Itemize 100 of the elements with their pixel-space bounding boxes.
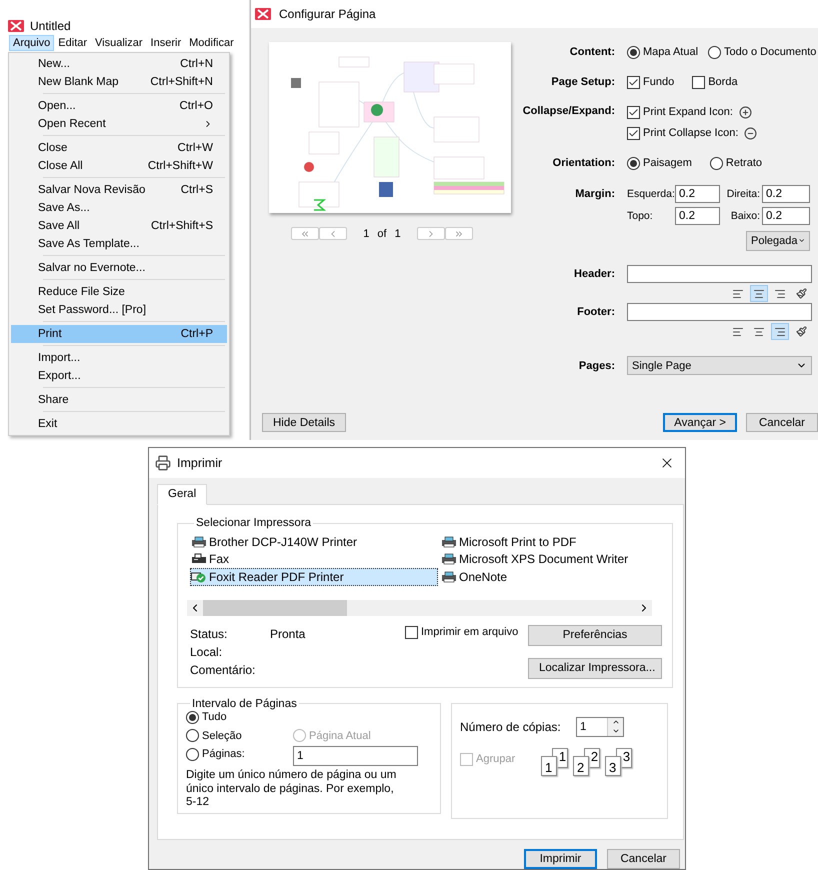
printer-icon <box>191 536 207 548</box>
printer-item[interactable]: Microsoft XPS Document Writer <box>440 550 662 568</box>
menu-item-label: Exit <box>38 418 58 430</box>
menu-item[interactable]: Salvar no Evernote... <box>11 259 227 277</box>
field-label: Content: <box>568 46 615 58</box>
menu-item[interactable]: Open Recent <box>11 115 227 133</box>
option-label: Retrato <box>726 157 762 169</box>
radio-button[interactable] <box>710 156 723 170</box>
margin-input[interactable]: 0.2 <box>675 184 720 202</box>
align-right-icon <box>774 288 786 300</box>
radio-button[interactable] <box>186 748 199 761</box>
menu-item-label: Set Password... [Pro] <box>38 304 148 316</box>
menu-item-label: Export... <box>38 370 82 382</box>
checkbox[interactable] <box>405 626 418 638</box>
menu-bar-item[interactable]: Editar <box>54 35 92 51</box>
align-button[interactable] <box>750 285 768 302</box>
menu-item[interactable]: Exit <box>11 415 227 433</box>
menu-item-label: Print <box>38 328 63 340</box>
shortcut-text: Ctrl+S <box>180 184 213 196</box>
find-printer-button[interactable]: Localizar Impressora... <box>528 658 662 678</box>
pages-dropdown[interactable]: Single Page <box>627 356 812 375</box>
menu-item[interactable]: New... Ctrl+N <box>11 55 227 73</box>
menu-bar-item[interactable]: Arquivo <box>9 35 54 51</box>
menu-item[interactable]: Save As Template... <box>11 235 227 253</box>
checkbox[interactable] <box>627 76 640 88</box>
fax-icon <box>191 553 207 566</box>
menu-item[interactable]: Save As... <box>11 199 227 217</box>
shortcut-text: Ctrl+O <box>179 100 213 112</box>
menu-item-label: Save All <box>38 220 81 232</box>
menu-item[interactable]: Close All Ctrl+Shift+W <box>11 157 227 175</box>
radio-button[interactable] <box>186 729 199 742</box>
checkbox[interactable] <box>627 126 640 140</box>
menu-item-label: Reduce File Size <box>38 286 126 298</box>
margin-input[interactable]: 0.2 <box>762 184 810 202</box>
menu-bar-item[interactable]: Modificar <box>185 35 238 51</box>
menu-item[interactable]: New Blank Map Ctrl+Shift+N <box>11 73 227 91</box>
menu-item[interactable]: Close Ctrl+W <box>11 139 227 157</box>
unit-dropdown[interactable]: Polegada <box>746 230 810 250</box>
footer-input[interactable] <box>627 303 812 321</box>
menu-item[interactable]: Save All Ctrl+Shift+S <box>11 217 227 235</box>
margin-input[interactable]: 0.2 <box>762 206 810 224</box>
field-label: Margin: <box>574 187 615 200</box>
checkbox[interactable] <box>692 76 706 88</box>
menu-item[interactable]: Import... <box>11 349 227 367</box>
checkbox[interactable] <box>627 106 640 118</box>
menu-item-label: New... <box>38 58 71 70</box>
tab[interactable]: Geral <box>157 484 208 505</box>
menu-item-label: Salvar Nova Revisão <box>38 184 146 196</box>
menu-bar-item[interactable]: Inserir <box>146 35 186 51</box>
margin-input[interactable]: 0.2 <box>675 206 720 224</box>
radio-button[interactable] <box>627 156 640 170</box>
menu-item-label: Salvar no Evernote... <box>38 262 146 274</box>
menu-item-label: Close <box>38 142 68 154</box>
align-button[interactable] <box>771 323 789 340</box>
menu-item[interactable]: Export... <box>11 367 227 385</box>
menu-item[interactable]: Salvar Nova Revisão Ctrl+S <box>11 181 227 199</box>
printer-item[interactable]: Brother DCP-J140W Printer <box>190 533 440 550</box>
radio-button[interactable] <box>627 46 640 58</box>
dialog-button[interactable]: Avançar > <box>663 413 737 432</box>
info-label: Status: <box>190 626 228 640</box>
shortcut-text: Ctrl+P <box>180 328 213 340</box>
option-label: Agrupar <box>476 753 516 765</box>
dialog-button[interactable]: Hide Details <box>262 413 346 432</box>
printer-item[interactable]: Foxit Reader PDF Printer <box>190 568 438 586</box>
info-label: Comentário: <box>190 662 256 676</box>
page-sheet: 2 <box>573 756 590 776</box>
menu-bar-item[interactable]: Visualizar <box>91 35 147 51</box>
radio-button[interactable] <box>186 710 199 724</box>
menu-item[interactable]: Open... Ctrl+O <box>11 97 227 115</box>
field-label: Orientation: <box>552 157 615 169</box>
option-label: Página Atual <box>309 730 371 742</box>
increment-icon[interactable] <box>612 718 620 726</box>
option-label: Imprimir em arquivo <box>421 626 518 638</box>
menu-item[interactable]: Set Password... [Pro] <box>11 301 227 319</box>
printer-icon <box>441 570 457 583</box>
dialog-button[interactable]: Cancelar <box>746 413 818 432</box>
copies-spinner[interactable]: 1 <box>576 716 624 736</box>
group-title: Intervalo de Páginas <box>191 698 298 710</box>
option-label: Tudo <box>202 711 227 724</box>
horizontal-scrollbar[interactable] <box>187 600 652 616</box>
dialog-title: Configurar Página <box>279 7 377 21</box>
pages-input[interactable]: 1 <box>293 746 418 766</box>
field-label: Collapse/Expand: <box>522 104 615 117</box>
printer-icon <box>441 536 457 548</box>
scrollbar-thumb[interactable] <box>203 600 347 616</box>
preferences-button[interactable]: Preferências <box>528 624 662 646</box>
menu-item[interactable]: Reduce File Size <box>11 283 227 301</box>
radio-button[interactable] <box>708 46 722 58</box>
menu-item[interactable]: Print Ctrl+P <box>11 325 227 343</box>
option-label: Seleção <box>202 730 242 742</box>
margin-label: Topo: <box>627 210 654 222</box>
printer-item[interactable]: OneNote <box>440 568 662 586</box>
header-input[interactable] <box>627 265 812 283</box>
printer-item[interactable]: Microsoft Print to PDF <box>440 533 662 550</box>
shortcut-text: Ctrl+W <box>178 142 213 154</box>
menu-item[interactable]: Share <box>11 391 227 409</box>
dialog-button[interactable]: Cancelar <box>607 849 680 869</box>
decrement-icon[interactable] <box>612 727 620 735</box>
printer-item[interactable]: Fax <box>190 550 440 568</box>
dialog-button[interactable]: Imprimir <box>524 849 597 869</box>
